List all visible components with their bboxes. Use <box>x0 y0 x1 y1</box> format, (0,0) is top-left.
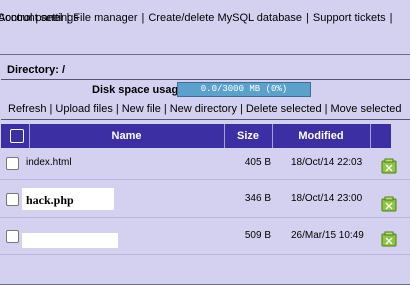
file-manager-panel: Directory: / Disk space usage: 0.0/3000 … <box>0 54 410 285</box>
nav-account-settings[interactable]: Account settings <box>0 12 79 24</box>
row-checkbox[interactable] <box>6 157 19 170</box>
move-selected-link[interactable]: Move selected <box>331 103 402 115</box>
upload-files-link[interactable]: Upload files <box>55 103 112 115</box>
row-checkbox[interactable] <box>6 193 19 206</box>
column-header-name[interactable]: Name <box>29 124 224 148</box>
divider <box>1 79 410 80</box>
file-action-icon[interactable] <box>381 158 397 174</box>
file-modified: 18/Oct/14 22:03 <box>291 157 363 168</box>
select-all-checkbox[interactable] <box>10 129 24 143</box>
nav-row-2: Account settings <box>0 11 410 25</box>
action-bar: Refresh | Upload files | New file | New direct… <box>8 103 401 115</box>
file-name-link[interactable]: hack.php <box>26 193 74 208</box>
file-size: 509 B <box>244 230 271 241</box>
column-header-size[interactable]: Size <box>224 124 272 148</box>
row-divider <box>0 254 410 255</box>
row-divider <box>0 217 410 218</box>
refresh-link[interactable]: Refresh <box>8 103 47 115</box>
column-divider <box>370 124 371 148</box>
disk-usage-bar: 0.0/3000 MB (0%) <box>177 82 311 97</box>
file-modified: 26/Mar/15 10:49 <box>291 230 364 241</box>
file-name-redaction <box>22 233 118 248</box>
directory-label: Directory: / <box>7 64 66 76</box>
file-size: 346 B <box>244 193 271 204</box>
file-table-header: Name Size Modified <box>1 124 391 148</box>
file-action-icon[interactable] <box>381 196 397 212</box>
row-checkbox[interactable] <box>6 230 19 243</box>
file-modified: 18/Oct/14 23:00 <box>291 193 363 204</box>
row-divider <box>0 179 410 180</box>
file-size: 405 B <box>244 157 271 168</box>
new-directory-link[interactable]: New directory <box>170 103 237 115</box>
column-header-modified[interactable]: Modified <box>272 124 370 148</box>
action-separator: | <box>163 103 167 115</box>
delete-selected-link[interactable]: Delete selected <box>246 103 322 115</box>
divider <box>1 119 410 120</box>
disk-usage-label: Disk space usage: <box>92 84 188 96</box>
file-name-link[interactable]: index.html <box>26 157 72 168</box>
new-file-link[interactable]: New file <box>122 103 161 115</box>
file-action-icon[interactable] <box>381 231 397 247</box>
action-separator: | <box>239 103 243 115</box>
disk-usage-text: 0.0/3000 MB (0%) <box>200 84 288 94</box>
action-separator: | <box>324 103 328 115</box>
action-separator: | <box>115 103 119 115</box>
